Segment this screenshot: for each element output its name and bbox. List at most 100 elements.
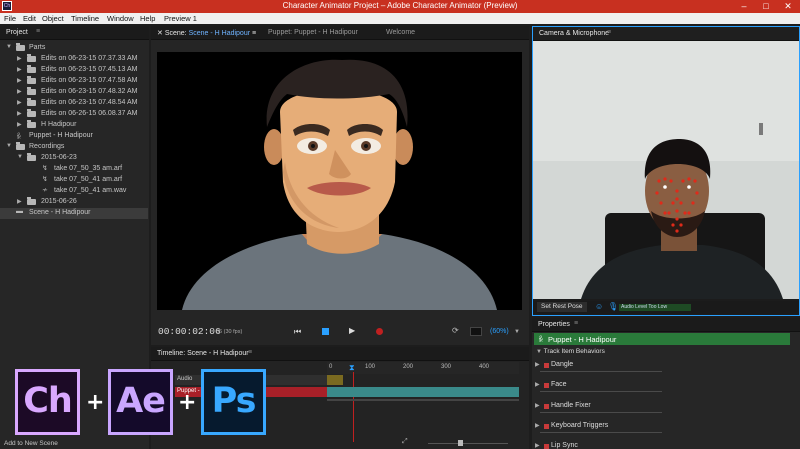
tree-item-edits[interactable]: ▶ Edits on 06-23-15 07.48.32 AM <box>0 87 148 98</box>
collapsed-arrow-icon[interactable]: ▶ <box>17 99 22 106</box>
collapsed-arrow-icon[interactable]: ▶ <box>17 88 22 95</box>
menu-object[interactable]: Object <box>42 14 64 23</box>
take-icon: ↯ <box>42 165 48 172</box>
collapsed-arrow-icon[interactable]: ▶ <box>17 110 22 117</box>
camera-tabs: Camera & Microphone ≡ <box>533 27 799 41</box>
set-rest-pose-button[interactable]: Set Rest Pose <box>537 302 587 312</box>
refresh-icon[interactable]: ⟳ <box>452 326 459 335</box>
puppet-character <box>182 59 497 310</box>
tab-timeline[interactable]: Timeline: Scene - H Hadipour <box>157 350 249 357</box>
folder-icon <box>27 109 36 117</box>
tree-item-edits[interactable]: ▶ Edits on 06-23-15 07.47.58 AM <box>0 76 148 87</box>
tree-item-puppet[interactable]: ꆜ Puppet - H Hadipour <box>0 131 148 142</box>
expand-arrow-icon[interactable]: ▼ <box>536 349 542 355</box>
tree-item-edits[interactable]: ▶ Edits on 06-23-15 07.48.54 AM <box>0 98 148 109</box>
collapsed-arrow-icon[interactable]: ▶ <box>17 77 22 84</box>
panel-menu-icon[interactable]: ≡ <box>607 29 611 36</box>
minimize-icon[interactable]: – <box>733 0 755 13</box>
scene-stage[interactable] <box>157 52 522 310</box>
tree-item-take[interactable]: ↯ take 07_50_41 am.arf <box>0 175 148 186</box>
track-divider <box>327 399 519 401</box>
close-icon[interactable]: ✕ <box>777 0 799 13</box>
zoom-dropdown-icon[interactable]: ▼ <box>514 329 520 335</box>
selected-puppet-row[interactable]: ꆜ Puppet - H Hadipour <box>534 333 790 345</box>
tree-item-parts[interactable]: ▼ Parts <box>0 43 148 54</box>
panel-menu-icon[interactable]: ≡ <box>252 30 256 37</box>
collapsed-arrow-icon[interactable]: ▶ <box>535 381 540 388</box>
expand-arrow-icon[interactable]: ▼ <box>6 44 12 50</box>
collapsed-arrow-icon[interactable]: ▶ <box>17 198 22 205</box>
add-to-new-scene-button[interactable]: Add to New Scene <box>4 440 58 447</box>
menu-file[interactable]: File <box>4 14 16 23</box>
tab-scene[interactable]: ✕ Scene: Scene - H Hadipour ≡ <box>157 29 256 37</box>
scene-tab-close-icon[interactable]: ✕ <box>157 30 163 37</box>
timeline-ruler[interactable]: 0 100 200 300 400 <box>327 362 519 374</box>
menu-edit[interactable]: Edit <box>23 14 36 23</box>
behavior-toggle-icon[interactable] <box>544 363 549 368</box>
tree-item-date[interactable]: ▼ 2015-06-23 <box>0 153 148 164</box>
play-icon[interactable]: ▶ <box>349 326 355 335</box>
record-icon[interactable] <box>376 328 383 335</box>
tree-item-hadipour[interactable]: ▶ H Hadipour <box>0 120 148 131</box>
fit-icon[interactable]: ⤢ <box>402 438 408 446</box>
expand-arrow-icon[interactable]: ▼ <box>6 143 12 149</box>
timeline-tabs: Timeline: Scene - H Hadipour ≡ <box>151 347 529 361</box>
timeline-zoom-slider[interactable]: ⤢ <box>402 438 520 447</box>
expand-arrow-icon[interactable]: ▼ <box>17 154 23 160</box>
menu-window[interactable]: Window <box>107 14 134 23</box>
audio-clip[interactable] <box>327 375 343 385</box>
tab-welcome[interactable]: Welcome <box>386 29 415 36</box>
menu-help[interactable]: Help <box>140 14 155 23</box>
menu-timeline[interactable]: Timeline <box>71 14 99 23</box>
title-bar: Ch Character Animator Project – Adobe Ch… <box>0 0 800 13</box>
behavior-toggle-icon[interactable] <box>544 383 549 388</box>
scene-tabs: ✕ Scene: Scene - H Hadipour ≡ Puppet: Pu… <box>151 26 529 40</box>
maximize-icon[interactable]: □ <box>755 0 777 13</box>
behavior-toggle-icon[interactable] <box>544 404 549 409</box>
tab-camera[interactable]: Camera & Microphone <box>539 30 609 37</box>
collapsed-arrow-icon[interactable]: ▶ <box>535 422 540 429</box>
divider <box>540 432 662 433</box>
window-title: Character Animator Project – Adobe Chara… <box>282 1 518 10</box>
tree-item-take[interactable]: ↯ take 07_50_35 am.arf <box>0 164 148 175</box>
stop-icon[interactable] <box>322 328 329 335</box>
tree-item-scene[interactable]: ▬ Scene - H Hadipour <box>0 208 148 219</box>
zoom-readout[interactable]: (60%) <box>490 328 509 335</box>
audio-level-meter: Audio Level Too Low <box>619 304 691 311</box>
tree-item-edits[interactable]: ▶ Edits on 06-23-15 07.37.33 AM <box>0 54 148 65</box>
tab-puppet[interactable]: Puppet: Puppet - H Hadipour <box>268 29 358 36</box>
tree-item-recordings[interactable]: ▼ Recordings <box>0 142 148 153</box>
behavior-face[interactable]: ▶ Face <box>532 380 800 390</box>
behavior-toggle-icon[interactable] <box>544 424 549 429</box>
after-effects-logo: Ae <box>108 369 173 435</box>
tree-item-audio[interactable]: ≁ take 07_50_41 am.wav <box>0 186 148 197</box>
webcam-image <box>533 41 799 299</box>
panel-menu-icon[interactable]: ≡ <box>248 349 252 356</box>
collapsed-arrow-icon[interactable]: ▶ <box>535 361 540 368</box>
collapsed-arrow-icon[interactable]: ▶ <box>535 402 540 409</box>
behavior-dangle[interactable]: ▶ Dangle <box>532 360 800 370</box>
tab-properties[interactable]: Properties <box>538 321 570 328</box>
collapsed-arrow-icon[interactable]: ▶ <box>17 66 22 73</box>
tree-item-edits[interactable]: ▶ Edits on 06-23-15 07.45.13 AM <box>0 65 148 76</box>
behavior-keyboard-triggers[interactable]: ▶ Keyboard Triggers <box>532 421 800 431</box>
panel-menu-icon[interactable]: ≡ <box>36 28 40 35</box>
tree-item-edits[interactable]: ▶ Edits on 06-26-15 06.08.37 AM <box>0 109 148 120</box>
microphone-icon[interactable]: 🎙 <box>608 302 618 311</box>
collapsed-arrow-icon[interactable]: ▶ <box>17 55 22 62</box>
collapsed-arrow-icon[interactable]: ▶ <box>535 442 540 449</box>
tab-project[interactable]: Project <box>6 29 28 36</box>
behavior-handle-fixer[interactable]: ▶ Handle Fixer <box>532 401 800 411</box>
track-item-behaviors-header[interactable]: ▼ Track Item Behaviors <box>536 348 605 355</box>
collapsed-arrow-icon[interactable]: ▶ <box>17 121 22 128</box>
panel-menu-icon[interactable]: ≡ <box>574 320 578 327</box>
go-to-start-icon[interactable]: ⏮ <box>294 327 301 337</box>
zoom-slider-handle[interactable] <box>458 440 463 446</box>
person-icon[interactable]: ☺ <box>595 302 603 311</box>
background-swatch[interactable] <box>470 327 482 336</box>
puppet-clip[interactable] <box>327 387 519 397</box>
behavior-toggle-icon[interactable] <box>544 444 549 449</box>
tree-item-date[interactable]: ▶ 2015-06-26 <box>0 197 148 208</box>
behavior-lip-sync[interactable]: ▶ Lip Sync <box>532 441 800 449</box>
menu-preview[interactable]: Preview 1 <box>164 14 197 23</box>
